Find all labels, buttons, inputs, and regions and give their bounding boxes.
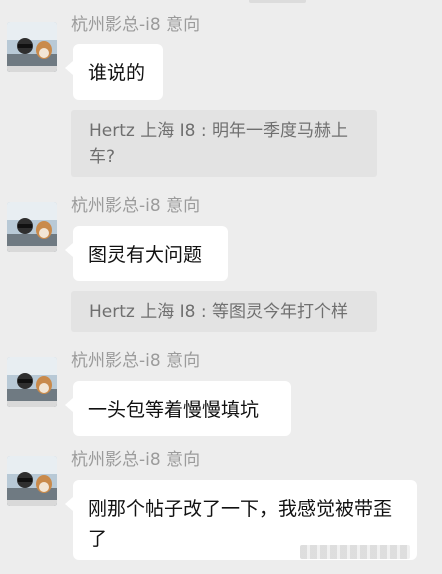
top-scroll-strip [249, 0, 306, 3]
quoted-reply[interactable]: Hertz 上海 I8 : 明年一季度马赫上车? [71, 110, 377, 177]
message-bubble[interactable]: 一头包等着慢慢填坑 [65, 381, 291, 436]
sender-name: 杭州影总-i8 意向 [71, 351, 201, 371]
sender-name: 杭州影总-i8 意向 [71, 15, 201, 35]
avatar[interactable] [7, 456, 57, 506]
watermark [300, 545, 410, 559]
avatar[interactable] [7, 202, 57, 252]
avatar-photo-icon [7, 357, 57, 407]
message-bubble[interactable]: 谁说的 [65, 44, 163, 100]
sender-name: 杭州影总-i8 意向 [71, 450, 201, 470]
avatar-photo-icon [7, 456, 57, 506]
avatar[interactable] [7, 22, 57, 72]
avatar-photo-icon [7, 202, 57, 252]
sender-name: 杭州影总-i8 意向 [71, 196, 201, 216]
avatar[interactable] [7, 357, 57, 407]
avatar-photo-icon [7, 22, 57, 72]
quoted-reply[interactable]: Hertz 上海 I8 : 等图灵今年打个样 [71, 291, 377, 332]
message-bubble[interactable]: 图灵有大问题 [65, 226, 228, 281]
